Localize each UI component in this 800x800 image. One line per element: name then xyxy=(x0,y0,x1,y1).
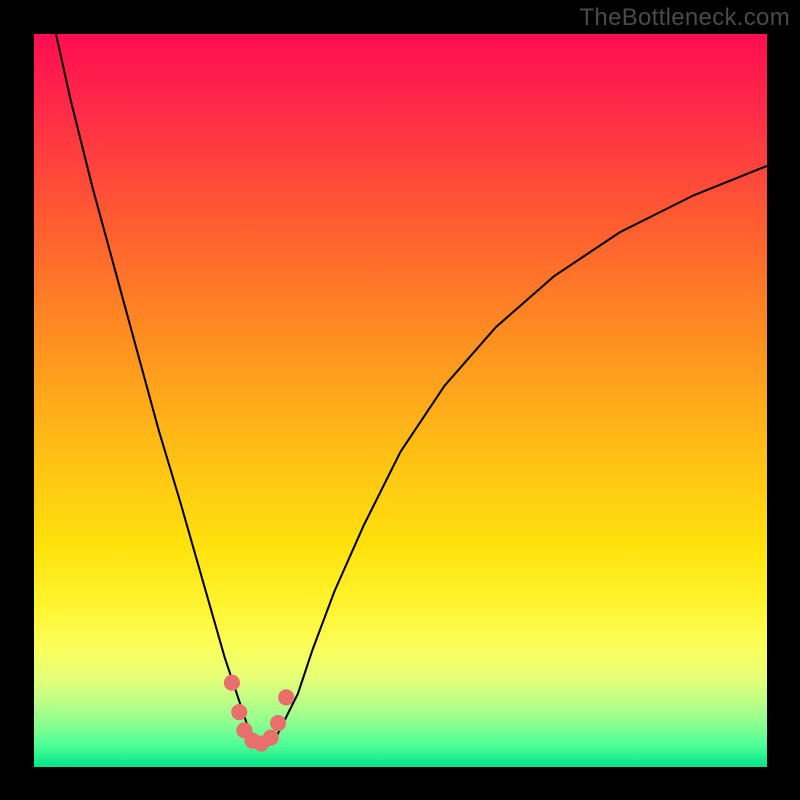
bottleneck-curve xyxy=(34,34,767,767)
curve-marker xyxy=(263,730,279,746)
curve-marker xyxy=(224,675,240,691)
curve-marker xyxy=(270,715,286,731)
plot-area xyxy=(34,34,767,767)
curve-marker xyxy=(278,689,294,705)
watermark-text: TheBottleneck.com xyxy=(579,4,790,32)
chart-frame: TheBottleneck.com xyxy=(0,0,800,800)
curve-marker xyxy=(231,704,247,720)
